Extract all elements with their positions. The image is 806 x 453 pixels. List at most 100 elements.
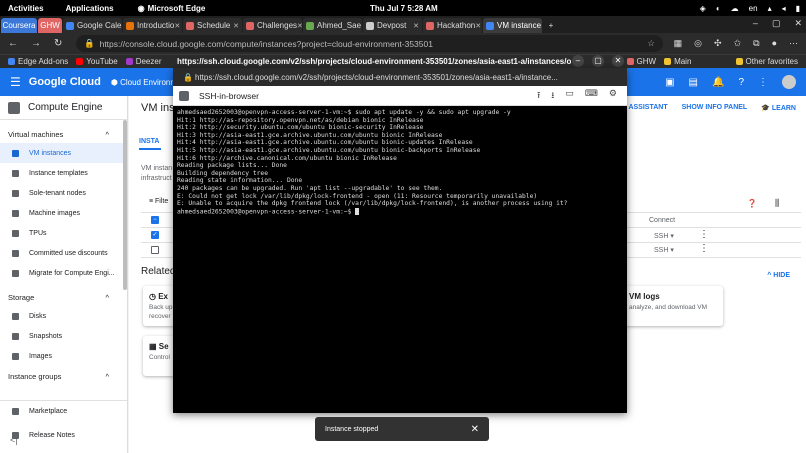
forward-icon[interactable]: → bbox=[31, 38, 41, 49]
close-icon[interactable]: ✕ bbox=[233, 22, 239, 30]
column-display-icon[interactable]: ⫼ bbox=[775, 198, 779, 209]
help-icon[interactable]: ❓ bbox=[747, 199, 757, 208]
close-icon[interactable]: ✕ bbox=[541, 22, 542, 30]
close-window-icon[interactable]: ✕ bbox=[794, 18, 802, 29]
nav-instance-templates[interactable]: Instance templates bbox=[0, 163, 127, 183]
address-bar[interactable]: 🔒 https://console.cloud.google.com/compu… bbox=[76, 35, 663, 52]
maximize-icon[interactable]: ▢ bbox=[592, 55, 604, 67]
left-nav-scrollbar[interactable] bbox=[123, 120, 127, 290]
tab-instances[interactable]: INSTA bbox=[139, 138, 159, 145]
section-virtual-machines[interactable]: Virtual machines ^ bbox=[0, 125, 127, 143]
tab-schedule[interactable]: Schedule ✕ bbox=[183, 18, 242, 33]
close-icon[interactable]: ✕ bbox=[612, 55, 624, 67]
close-icon[interactable]: ✕ bbox=[297, 22, 302, 30]
keyboard-icon[interactable]: ⌨ bbox=[585, 88, 598, 104]
nav-release-notes[interactable]: Release Notes bbox=[0, 425, 127, 445]
hide-related-button[interactable]: ^ HIDE bbox=[767, 272, 790, 279]
nav-machine-images[interactable]: Machine images bbox=[0, 203, 127, 223]
help-icon[interactable]: ? bbox=[738, 77, 744, 88]
favorites-icon[interactable]: ✩ bbox=[734, 38, 742, 49]
nav-tpus[interactable]: TPUs bbox=[0, 223, 127, 243]
close-icon[interactable]: ✕ bbox=[471, 424, 479, 435]
tab-hackathon[interactable]: Hackathon ✕ bbox=[423, 18, 482, 33]
learn-link[interactable]: 🎓 LEARN bbox=[761, 104, 796, 112]
maximize-icon[interactable]: ▢ bbox=[772, 18, 781, 29]
row-checkbox[interactable]: ✓ bbox=[151, 231, 159, 239]
tab-vm-instances[interactable]: VM instance✕ bbox=[483, 18, 542, 33]
hamburger-menu-icon[interactable]: ☰ bbox=[10, 75, 21, 89]
gcloud-logo[interactable]: Google Cloud bbox=[29, 76, 101, 88]
collections-icon[interactable]: ⧉ bbox=[753, 38, 759, 49]
favorite-star-icon[interactable]: ☆ bbox=[647, 38, 655, 49]
bookmark-ghw[interactable]: GHW bbox=[626, 57, 656, 66]
nav-images[interactable]: Images bbox=[0, 346, 127, 366]
tab-google-calendar[interactable]: Google Cale✕ bbox=[63, 18, 122, 33]
row-actions-icon[interactable]: ⋮ bbox=[699, 229, 709, 240]
settings-gear-icon[interactable]: ⚙ bbox=[609, 88, 617, 104]
terminal[interactable]: ahmedsaed2652003@openvpn-access-server-1… bbox=[173, 106, 627, 413]
close-icon[interactable]: ✕ bbox=[413, 22, 419, 30]
tab-devpost[interactable]: Devpost ✕ bbox=[363, 18, 422, 33]
close-icon[interactable]: ✕ bbox=[361, 22, 362, 30]
more-vert-icon[interactable]: ⋮ bbox=[758, 77, 768, 88]
show-info-panel-link[interactable]: SHOW INFO PANEL bbox=[682, 104, 748, 112]
upload-file-icon[interactable]: ⭱ bbox=[537, 88, 540, 104]
sync-icon[interactable]: ◎ bbox=[694, 38, 702, 49]
section-instance-groups[interactable]: Instance groups ^ bbox=[0, 370, 127, 382]
download-file-icon[interactable]: ⭳ bbox=[551, 88, 554, 104]
nav-snapshots[interactable]: Snapshots bbox=[0, 326, 127, 346]
tab-introduction[interactable]: Introductio ✕ bbox=[123, 18, 182, 33]
bookmark-main[interactable]: Main bbox=[664, 57, 691, 66]
clock[interactable]: Thu Jul 7 5:28 AM bbox=[370, 4, 438, 13]
bookmark-edge-addons[interactable]: Edge Add-ons bbox=[8, 57, 68, 66]
bookmark-youtube[interactable]: YouTube bbox=[76, 57, 118, 66]
terminal-line: E: Could not get lock /var/lib/dpkg/lock… bbox=[177, 192, 538, 200]
cloud-shell-icon[interactable]: ▤ bbox=[689, 77, 698, 88]
nav-vm-instances[interactable]: VM instances bbox=[0, 143, 127, 163]
lang-indicator[interactable]: en bbox=[749, 4, 758, 13]
extensions-puzzle-icon[interactable]: ✣ bbox=[714, 38, 722, 49]
minimize-icon[interactable]: – bbox=[753, 18, 758, 29]
minimize-icon[interactable]: – bbox=[572, 55, 584, 67]
collapse-nav-icon[interactable]: <| bbox=[10, 435, 18, 445]
refresh-icon[interactable]: ↻ bbox=[54, 38, 62, 49]
applications-menu[interactable]: Applications bbox=[66, 4, 114, 13]
select-all-checkbox[interactable]: − bbox=[151, 216, 159, 224]
profile-avatar[interactable]: ● bbox=[772, 38, 777, 49]
system-top-bar: Activities Applications ◉ Microsoft Edge … bbox=[0, 0, 806, 16]
more-icon[interactable]: ⋯ bbox=[789, 38, 798, 49]
tab-ghw[interactable]: GHW bbox=[38, 18, 62, 33]
system-tray[interactable]: ◈ ◐ ☁ en ▴ ◂ ▮ bbox=[700, 4, 800, 13]
section-storage[interactable]: Storage ^ bbox=[0, 288, 127, 306]
tab-coursera[interactable]: Coursera bbox=[1, 18, 37, 33]
card-vm-logs[interactable]: VM logs analyze, and download VM bbox=[623, 286, 723, 326]
ssh-button[interactable]: SSH ▾ bbox=[654, 232, 674, 240]
filter-input[interactable]: ≡ Filte bbox=[149, 198, 168, 205]
bookmark-deezer[interactable]: Deezer bbox=[125, 57, 162, 66]
tab-challenges[interactable]: Challenges ✕ bbox=[243, 18, 302, 33]
extension-icon[interactable]: ▦ bbox=[674, 38, 683, 49]
activities-button[interactable]: Activities bbox=[8, 4, 44, 13]
nav-committed-use[interactable]: Committed use discounts bbox=[0, 243, 127, 263]
row-checkbox[interactable] bbox=[151, 246, 159, 254]
back-icon[interactable]: ← bbox=[8, 38, 18, 49]
close-icon[interactable]: ✕ bbox=[174, 22, 180, 30]
bookmark-other-favorites[interactable]: Other favorites bbox=[735, 57, 798, 66]
close-icon[interactable]: ✕ bbox=[121, 22, 122, 30]
nav-disks[interactable]: Disks bbox=[0, 306, 127, 326]
gift-icon[interactable]: ▣ bbox=[665, 77, 674, 88]
tab-ahmed[interactable]: Ahmed_Sae✕ bbox=[303, 18, 362, 33]
notifications-icon[interactable]: 🔔 bbox=[712, 77, 724, 88]
nav-marketplace[interactable]: Marketplace bbox=[0, 401, 127, 421]
new-tab-button[interactable]: + bbox=[543, 18, 559, 33]
folder-icon bbox=[735, 58, 743, 65]
nav-migrate[interactable]: Migrate for Compute Engi... bbox=[0, 263, 127, 283]
row-actions-icon[interactable]: ⋮ bbox=[699, 243, 709, 254]
avatar[interactable] bbox=[782, 75, 796, 89]
terminal-line: Hit:3 http://asia-east1.gce.archive.ubun… bbox=[177, 131, 443, 139]
close-icon[interactable]: ✕ bbox=[475, 22, 481, 30]
chat-icon[interactable]: ▭ bbox=[565, 88, 574, 104]
ssh-button[interactable]: SSH ▾ bbox=[654, 246, 674, 254]
nav-sole-tenant-nodes[interactable]: Sole-tenant nodes bbox=[0, 183, 127, 203]
app-menu[interactable]: ◉ Microsoft Edge bbox=[138, 4, 206, 13]
